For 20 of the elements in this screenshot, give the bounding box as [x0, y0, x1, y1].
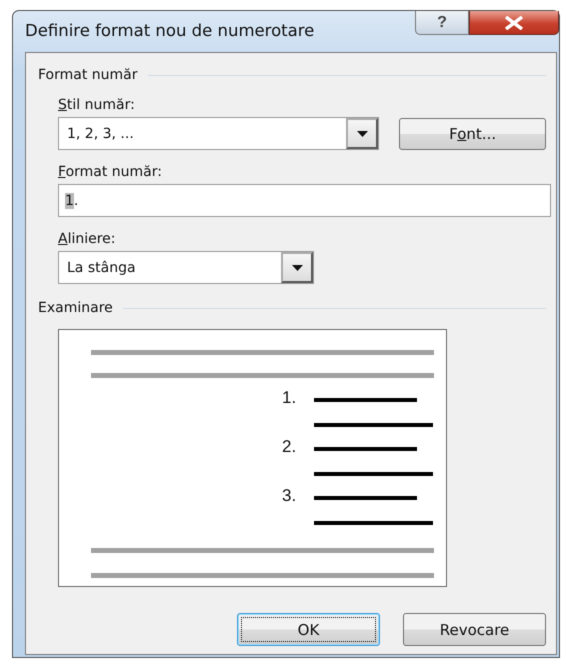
field-label: Stil număr: — [58, 97, 136, 113]
list-number: 2. — [282, 437, 296, 457]
ok-button[interactable]: OK — [237, 613, 380, 646]
field-label: Format număr: — [58, 164, 163, 180]
close-button[interactable] — [469, 11, 559, 35]
close-icon — [503, 16, 525, 30]
alignment-dropdown[interactable]: La stânga — [58, 251, 314, 284]
font-button[interactable]: Font... — [399, 118, 546, 150]
group-title: Format număr — [38, 67, 138, 83]
format-field[interactable]: 1. — [58, 184, 551, 217]
list-number: 1. — [282, 388, 296, 408]
style-dropdown[interactable]: 1, 2, 3, ... — [58, 117, 380, 150]
list-number: 3. — [282, 486, 296, 506]
group-title: Examinare — [38, 300, 113, 316]
caret-icon — [292, 264, 302, 270]
caret-icon — [356, 130, 368, 136]
help-button[interactable]: ? — [415, 11, 469, 35]
window-title: Definire format nou de numerotare — [25, 21, 314, 40]
field-label: Aliniere: — [58, 231, 117, 247]
cancel-button[interactable]: Revocare — [403, 613, 546, 646]
